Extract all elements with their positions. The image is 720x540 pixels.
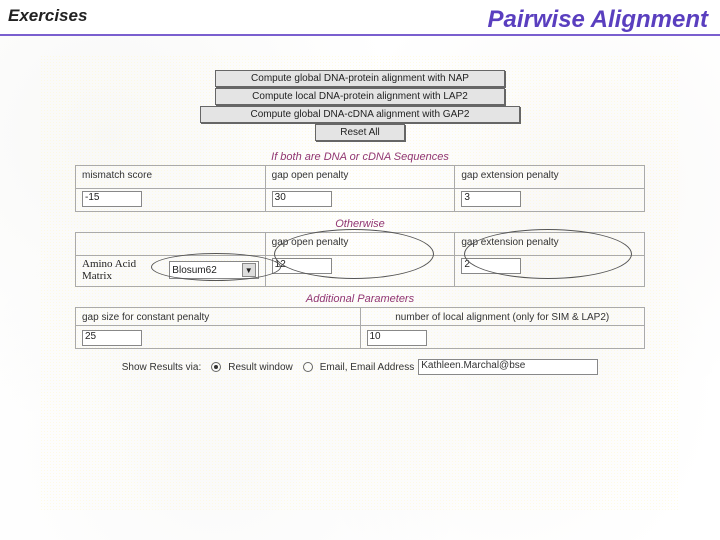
amino-matrix-value: Blosum62 bbox=[172, 265, 216, 276]
compute-button-stack: Compute global DNA-protein alignment wit… bbox=[75, 70, 645, 141]
compute-local-dna-protein-button[interactable]: Compute local DNA-protein alignment with… bbox=[215, 88, 505, 105]
header-left-title: Exercises bbox=[8, 6, 87, 26]
amino-matrix-select[interactable]: Blosum62 ▼ bbox=[169, 261, 258, 279]
slide-header: Exercises Pairwise Alignment bbox=[0, 0, 720, 36]
amino-matrix-label bbox=[82, 237, 85, 248]
compute-global-dna-protein-button[interactable]: Compute global DNA-protein alignment wit… bbox=[215, 70, 505, 87]
reset-all-button[interactable]: Reset All bbox=[315, 124, 405, 141]
results-window-option: Result window bbox=[228, 362, 292, 373]
dna-inputs-row: -15 30 3 bbox=[76, 189, 644, 212]
otherwise-parameters-group: gap open penalty gap extension penalty A… bbox=[75, 232, 645, 287]
compute-global-dna-cdna-button[interactable]: Compute global DNA-cDNA alignment with G… bbox=[200, 106, 520, 123]
results-email-radio[interactable] bbox=[303, 362, 313, 372]
amino-matrix-text: Amino Acid Matrix bbox=[82, 258, 163, 282]
gap-size-input[interactable]: 25 bbox=[82, 330, 142, 346]
otherwise-inputs-row: Amino Acid Matrix Blosum62 ▼ 12 2 bbox=[76, 256, 644, 287]
section-dna-cdna-label: If both are DNA or cDNA Sequences bbox=[75, 151, 645, 163]
email-address-input[interactable]: Kathleen.Marchal@bse bbox=[418, 359, 598, 375]
chevron-down-icon: ▼ bbox=[242, 263, 256, 277]
otherwise-labels-row: gap open penalty gap extension penalty bbox=[76, 233, 644, 256]
additional-parameters-group: gap size for constant penalty number of … bbox=[75, 307, 645, 349]
dna-gap-open-input[interactable]: 30 bbox=[272, 191, 332, 207]
num-local-align-label: number of local alignment (only for SIM … bbox=[395, 312, 609, 323]
otherwise-gap-ext-input[interactable]: 2 bbox=[461, 258, 521, 274]
results-window-radio[interactable] bbox=[211, 362, 221, 372]
additional-labels-row: gap size for constant penalty number of … bbox=[76, 308, 644, 326]
additional-inputs-row: 25 10 bbox=[76, 326, 644, 349]
section-additional-label: Additional Parameters bbox=[75, 293, 645, 305]
show-results-label: Show Results via: bbox=[122, 362, 201, 373]
section-otherwise-label: Otherwise bbox=[75, 218, 645, 230]
mismatch-score-input[interactable]: -15 bbox=[82, 191, 142, 207]
header-divider bbox=[0, 34, 720, 36]
dna-gap-open-label: gap open penalty bbox=[272, 170, 349, 181]
results-email-option: Email, Email Address bbox=[320, 362, 414, 373]
dna-gap-ext-input[interactable]: 3 bbox=[461, 191, 521, 207]
header-right-title: Pairwise Alignment bbox=[488, 6, 709, 34]
otherwise-gap-ext-label: gap extension penalty bbox=[461, 237, 558, 248]
results-row: Show Results via: Result window Email, E… bbox=[75, 359, 645, 375]
dna-parameters-group: mismatch score gap open penalty gap exte… bbox=[75, 165, 645, 212]
mismatch-score-label: mismatch score bbox=[82, 170, 152, 181]
gap-size-label: gap size for constant penalty bbox=[82, 312, 209, 323]
num-local-align-input[interactable]: 10 bbox=[367, 330, 427, 346]
otherwise-gap-open-input[interactable]: 12 bbox=[272, 258, 332, 274]
dna-labels-row: mismatch score gap open penalty gap exte… bbox=[76, 166, 644, 189]
screenshot-region: Compute global DNA-protein alignment wit… bbox=[75, 70, 645, 375]
dna-gap-ext-label: gap extension penalty bbox=[461, 170, 558, 181]
otherwise-gap-open-label: gap open penalty bbox=[272, 237, 349, 248]
